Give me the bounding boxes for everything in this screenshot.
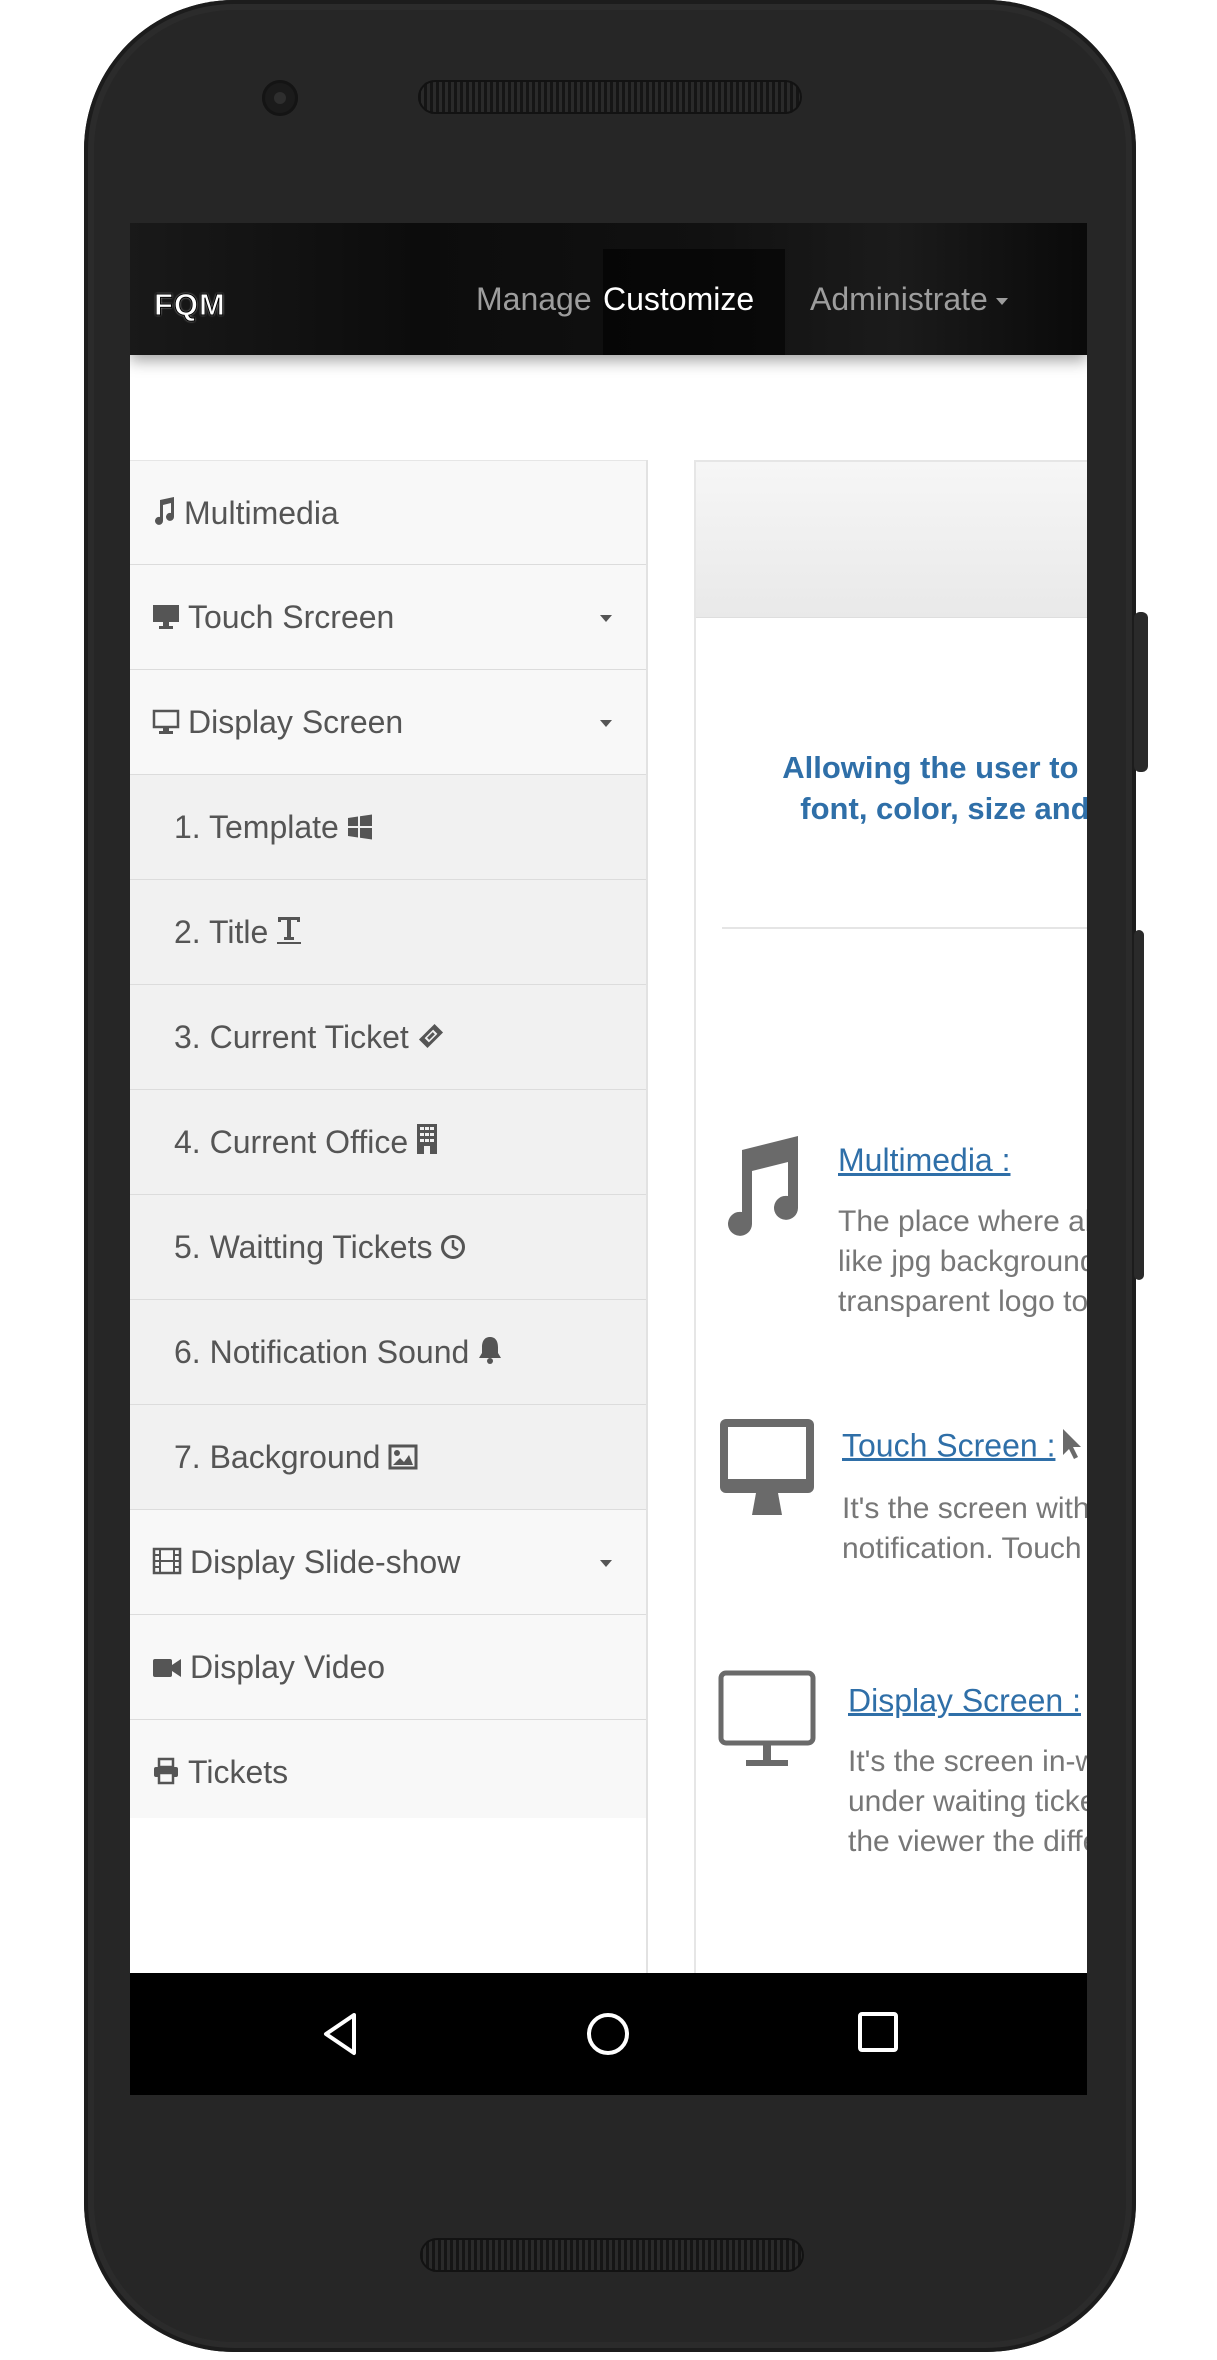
sidebar-item-label: Display Slide-show: [190, 1544, 461, 1580]
top-speaker: [418, 80, 802, 114]
sidebar-item-row: Display Slide-show: [152, 1510, 460, 1615]
power-button: [1134, 612, 1148, 772]
volume-button: [1134, 930, 1144, 1280]
sidebar-item-label: 1. Template: [174, 809, 339, 845]
intro-line-1: Allowing the user to custo: [782, 750, 1087, 785]
nav-customize[interactable]: Customize: [603, 279, 754, 319]
sidebar-item-row: 3. Current Ticket: [174, 985, 445, 1090]
clock-icon: [440, 1197, 466, 1302]
monitor-icon: [152, 672, 180, 777]
divider: [722, 927, 1087, 929]
top-navbar: FQM Manage Customize Administrate: [130, 223, 1087, 355]
feature-title-multimedia[interactable]: Multimedia :: [838, 1142, 1011, 1179]
text-icon: [276, 882, 302, 987]
sidebar-item-display-video[interactable]: Display Video: [130, 1615, 646, 1720]
feature-desc-line: It's the screen with-: [842, 1492, 1087, 1525]
back-icon[interactable]: [320, 2011, 360, 2062]
sidebar-item-display-screen[interactable]: Display Screen: [130, 670, 646, 775]
home-icon[interactable]: [585, 2011, 631, 2062]
windows-icon: [347, 777, 373, 882]
feature-desc-line: the viewer the diffe: [848, 1825, 1087, 1858]
intro-line-2: font, color, size and bac: [800, 791, 1087, 826]
sidebar-item-row: 6. Notification Sound: [174, 1300, 503, 1405]
front-camera: [262, 80, 298, 116]
caret-down-icon: [600, 720, 612, 727]
bottom-speaker: [420, 2238, 804, 2272]
sidebar-item-row: Multimedia: [152, 461, 339, 566]
music-large-icon: [718, 1132, 802, 1245]
panel-heading: [696, 462, 1087, 618]
feature-desc-line: It's the screen in-w: [848, 1745, 1087, 1778]
sidebar-item-template[interactable]: 1. Template: [130, 775, 646, 880]
nav-administrate[interactable]: Administrate: [810, 279, 1008, 319]
content-panel: Allowing the user to custo font, color, …: [694, 460, 1087, 2095]
app-screen: FQM Manage Customize Administrate Multim…: [130, 223, 1087, 2095]
sidebar-item-notification-sound[interactable]: 6. Notification Sound: [130, 1300, 646, 1405]
sidebar-item-label: Touch Srcreen: [188, 599, 395, 635]
caret-down-icon: [995, 298, 1008, 306]
sidebar-item-label: 5. Waitting Tickets: [174, 1229, 433, 1265]
nav-administrate-label: Administrate: [810, 281, 988, 317]
feature-title-display-screen[interactable]: Display Screen :: [848, 1682, 1087, 1724]
feature-desc-line: The place where all: [838, 1205, 1087, 1238]
sidebar-item-label: 6. Notification Sound: [174, 1334, 470, 1370]
sidebar-item-row: 7. Background: [174, 1405, 418, 1510]
feature-title-display-screen-text: Display Screen :: [848, 1682, 1081, 1719]
system-navigation-bar: [130, 1973, 1087, 2095]
sidebar-item-row: 1. Template: [174, 775, 373, 880]
sidebar-item-label: 7. Background: [174, 1439, 381, 1475]
desktop-icon: [152, 567, 180, 672]
sidebar-item-current-office[interactable]: 4. Current Office: [130, 1090, 646, 1195]
sidebar-item-label: Display Video: [190, 1649, 386, 1685]
sidebar-item-row: 2. Title: [174, 880, 302, 985]
sidebar-item-label: 3. Current Ticket: [174, 1019, 409, 1055]
film-icon: [152, 1512, 182, 1617]
recents-icon[interactable]: [857, 2011, 899, 2058]
sidebar-item-title[interactable]: 2. Title: [130, 880, 646, 985]
sidebar-item-tickets[interactable]: Tickets: [130, 1720, 646, 1825]
feature-desc-line: transparent logo to: [838, 1285, 1087, 1318]
sidebar-item-row: Tickets: [152, 1720, 288, 1825]
image-icon: [388, 1407, 418, 1512]
ticket-icon: [417, 987, 445, 1092]
desktop-large-icon: [718, 1417, 816, 1530]
nav-manage[interactable]: Manage: [476, 279, 592, 319]
sidebar-item-label: Display Screen: [188, 704, 404, 740]
brand-logo[interactable]: FQM: [154, 287, 226, 323]
sidebar-item-label: Tickets: [188, 1754, 289, 1790]
sidebar-item-multimedia[interactable]: Multimedia: [130, 460, 646, 565]
music-icon: [152, 463, 176, 568]
sidebar-menu: Multimedia Touch Srcreen Display Screen …: [130, 460, 648, 1825]
sidebar-item-background[interactable]: 7. Background: [130, 1405, 646, 1510]
sidebar-item-row: 5. Waitting Tickets: [174, 1195, 466, 1300]
feature-title-touch-screen[interactable]: Touch Screen :: [842, 1427, 1083, 1469]
caret-down-icon: [600, 615, 612, 622]
sidebar-item-row: 4. Current Office: [174, 1090, 438, 1195]
sidebar-item-touch-screen[interactable]: Touch Srcreen: [130, 565, 646, 670]
print-icon: [152, 1722, 180, 1827]
sidebar-item-current-ticket[interactable]: 3. Current Ticket: [130, 985, 646, 1090]
feature-title-touch-screen-text: Touch Screen :: [842, 1427, 1056, 1464]
sidebar-item-label: Multimedia: [184, 495, 339, 531]
monitor-large-icon: [718, 1670, 816, 1779]
video-icon: [152, 1617, 182, 1722]
sidebar-item-waitting-tickets[interactable]: 5. Waitting Tickets: [130, 1195, 646, 1300]
sidebar-item-display-slideshow[interactable]: Display Slide-show: [130, 1510, 646, 1615]
sidebar-item-label: 4. Current Office: [174, 1124, 409, 1160]
cursor-icon: [1061, 1427, 1083, 1469]
feature-desc-line: like jpg background: [838, 1245, 1087, 1278]
building-icon: [416, 1092, 438, 1197]
sidebar-item-label: 2. Title: [174, 914, 269, 950]
sidebar-item-row: Touch Srcreen: [152, 565, 394, 670]
feature-desc-line: notification. Touch s: [842, 1532, 1087, 1565]
caret-down-icon: [600, 1560, 612, 1567]
intro-text: Allowing the user to custo font, color, …: [726, 747, 1087, 829]
feature-desc-line: under waiting ticke: [848, 1785, 1087, 1818]
sidebar-item-row: Display Video: [152, 1615, 385, 1720]
bell-icon: [477, 1302, 503, 1407]
sidebar-item-row: Display Screen: [152, 670, 403, 775]
